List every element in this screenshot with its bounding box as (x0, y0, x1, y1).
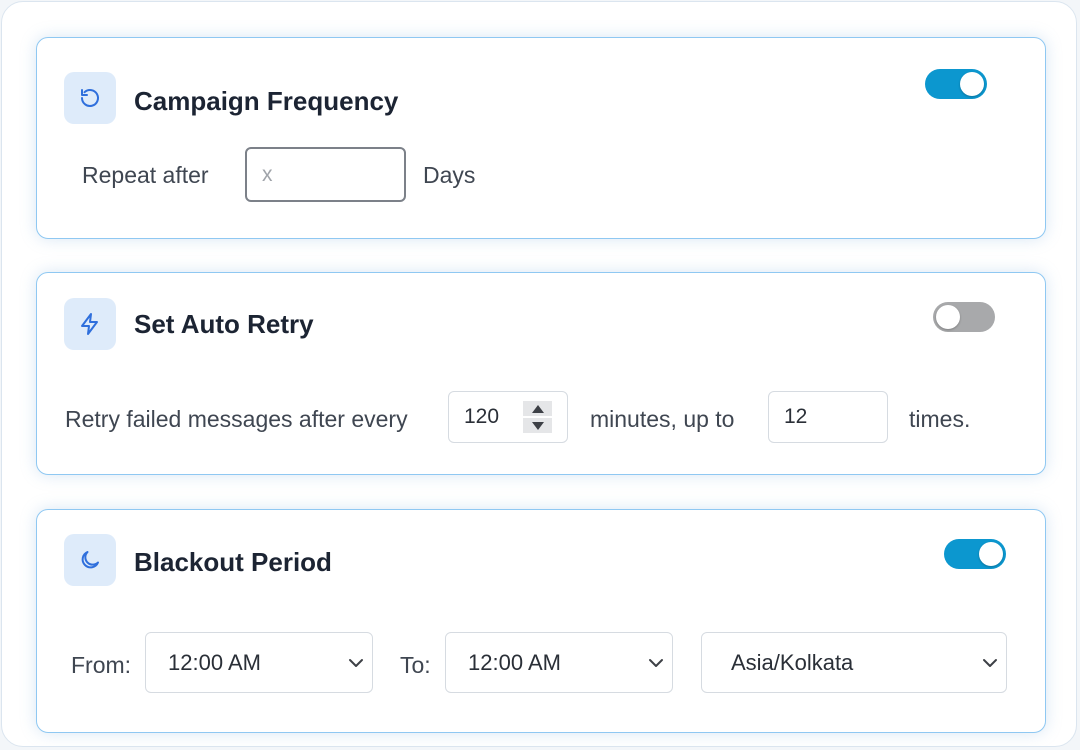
auto-retry-toggle[interactable] (933, 302, 995, 332)
chevron-down-icon (649, 658, 663, 667)
timezone-select[interactable]: Asia/Kolkata (701, 632, 1007, 693)
lightning-icon (81, 313, 98, 335)
blackout-period-toggle[interactable] (944, 539, 1006, 569)
auto-retry-card: Set Auto Retry Retry failed messages aft… (36, 272, 1046, 475)
repeat-days-input[interactable] (245, 147, 406, 202)
refresh-icon (81, 89, 99, 107)
toggle-knob (960, 72, 984, 96)
campaign-frequency-toggle[interactable] (925, 69, 987, 99)
retry-middle-label: minutes, up to (590, 406, 735, 432)
to-time-value: 12:00 AM (468, 649, 561, 675)
stepper-down-button[interactable] (523, 418, 552, 433)
stepper-up-button[interactable] (523, 401, 552, 416)
campaign-frequency-title: Campaign Frequency (134, 86, 399, 116)
retry-suffix-label: times. (909, 406, 971, 432)
retry-prefix-label: Retry failed messages after every (65, 406, 408, 432)
arrow-down-icon (531, 421, 544, 430)
settings-panel: Campaign Frequency Repeat after Days Set… (1, 1, 1077, 747)
from-label: From: (71, 652, 132, 678)
from-time-select[interactable]: 12:00 AM (145, 632, 373, 693)
timezone-value: Asia/Kolkata (731, 649, 854, 675)
chevron-down-icon (349, 658, 363, 667)
blackout-period-title: Blackout Period (134, 547, 332, 577)
moon-icon (81, 551, 99, 569)
retry-times-input[interactable] (768, 391, 888, 443)
blackout-period-icon-box (64, 534, 116, 586)
minutes-stepper[interactable] (523, 401, 552, 433)
to-label: To: (400, 652, 431, 678)
repeat-after-label: Repeat after (82, 162, 209, 188)
campaign-frequency-icon-box (64, 72, 116, 124)
from-time-value: 12:00 AM (168, 649, 261, 675)
toggle-knob (936, 305, 960, 329)
auto-retry-icon-box (64, 298, 116, 350)
campaign-frequency-card: Campaign Frequency Repeat after Days (36, 37, 1046, 239)
toggle-knob (979, 542, 1003, 566)
to-time-select[interactable]: 12:00 AM (445, 632, 673, 693)
auto-retry-title: Set Auto Retry (134, 309, 314, 339)
days-unit-label: Days (423, 162, 476, 188)
blackout-period-card: Blackout Period From: 12:00 AM To: 12:00… (36, 509, 1046, 733)
chevron-down-icon (983, 658, 997, 667)
arrow-up-icon (531, 404, 544, 413)
